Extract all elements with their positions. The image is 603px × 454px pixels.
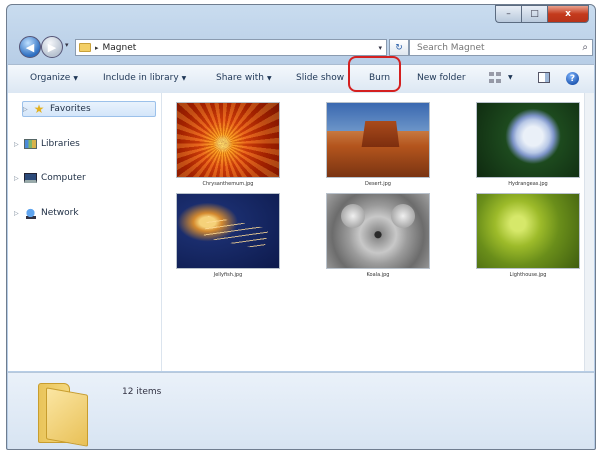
share-arrow-icon: ▼: [266, 75, 272, 82]
slide-show-button[interactable]: Slide show: [296, 73, 344, 83]
expand-icon[interactable]: ▷: [23, 106, 32, 113]
minimize-button[interactable]: –: [495, 5, 521, 23]
folder-icon: [79, 43, 91, 52]
thumbnail-desert[interactable]: [326, 102, 430, 178]
organize-arrow-icon: ▼: [73, 75, 78, 82]
libraries-icon: [23, 138, 37, 150]
file-name[interactable]: Jellyfish.jpg: [176, 272, 280, 278]
nav-label-favorites: Favorites: [50, 104, 91, 114]
organize-button[interactable]: Organize ▼: [30, 73, 78, 83]
details-pane: 12 items: [8, 372, 594, 449]
nav-item-network[interactable]: ▷ Network: [14, 205, 79, 221]
address-dropdown-icon[interactable]: ▾: [378, 44, 382, 52]
search-input[interactable]: [415, 41, 569, 54]
include-in-library-label: Include in library: [103, 73, 179, 83]
file-name[interactable]: Koala.jpg: [326, 272, 430, 278]
thumbnail-hydrangeas[interactable]: [476, 102, 580, 178]
nav-item-favorites[interactable]: ▷ ★ Favorites: [22, 101, 156, 117]
close-button[interactable]: x: [547, 5, 589, 23]
file-list: Chrysanthemum.jpg Desert.jpg Hydrangeas.…: [162, 93, 585, 371]
breadcrumb-magnet[interactable]: Magnet: [103, 43, 137, 53]
caption-buttons: – □ x: [495, 5, 589, 23]
file-name[interactable]: Desert.jpg: [326, 181, 430, 187]
nav-item-libraries[interactable]: ▷ Libraries: [14, 136, 80, 152]
nav-label-network: Network: [41, 208, 79, 218]
thumbnail-lighthouse[interactable]: [476, 193, 580, 269]
search-icon[interactable]: ⌕: [582, 42, 588, 53]
refresh-button[interactable]: ↻: [389, 39, 409, 56]
back-button[interactable]: ◀: [19, 36, 41, 58]
address-bar[interactable]: ▸ Magnet ▾: [75, 39, 387, 56]
new-folder-button[interactable]: New folder: [417, 73, 466, 83]
preview-pane-icon[interactable]: [538, 72, 550, 83]
network-icon: [23, 207, 37, 219]
explorer-window: – □ x ◀ ▶ ▾ ▸ Magnet ▾ ↻ ⌕ Organize▼ Inc…: [6, 4, 596, 450]
include-arrow-icon: ▼: [181, 75, 187, 82]
recent-pages-dropdown[interactable]: ▾: [65, 41, 69, 49]
thumbnail-koala[interactable]: [326, 193, 430, 269]
expand-icon[interactable]: ▷: [14, 175, 23, 182]
file-name[interactable]: Lighthouse.jpg: [476, 272, 580, 278]
navigation-pane: ▷ ★ Favorites ▷ Libraries ▷ Computer ▷ N…: [8, 93, 162, 371]
star-icon: ★: [33, 102, 45, 116]
thumbnail-jellyfish[interactable]: [176, 193, 280, 269]
share-with-label: Share with: [216, 73, 264, 83]
organize-label: Organize: [30, 73, 71, 83]
address-row: ◀ ▶ ▾ ▸ Magnet ▾ ↻ ⌕: [15, 33, 593, 63]
view-options-arrow-icon[interactable]: ▼: [508, 74, 513, 81]
nav-label-computer: Computer: [41, 173, 86, 183]
file-name[interactable]: Hydrangeas.jpg: [476, 181, 580, 187]
burn-highlight-ring: [348, 56, 401, 92]
nav-item-computer[interactable]: ▷ Computer: [14, 170, 86, 186]
change-view-icon[interactable]: [489, 72, 501, 83]
help-icon[interactable]: ?: [566, 72, 579, 85]
command-bar: Organize ▼ Include in library ▼ Share with…: [8, 64, 594, 94]
thumbnail-chrysanthemum[interactable]: [176, 102, 280, 178]
maximize-button[interactable]: □: [521, 5, 547, 23]
computer-icon: [23, 172, 37, 184]
expand-icon[interactable]: ▷: [14, 210, 23, 217]
breadcrumb-separator-icon[interactable]: ▸: [95, 44, 99, 52]
item-count: 12 items: [122, 387, 162, 397]
file-name[interactable]: Chrysanthemum.jpg: [176, 181, 280, 187]
nav-label-libraries: Libraries: [41, 139, 80, 149]
share-with-button[interactable]: Share with ▼: [216, 73, 272, 83]
folder-icon: [38, 379, 94, 447]
expand-icon[interactable]: ▷: [14, 141, 23, 148]
forward-button[interactable]: ▶: [41, 36, 63, 58]
vertical-scrollbar[interactable]: [584, 93, 594, 371]
search-box[interactable]: ⌕: [409, 39, 593, 56]
include-in-library-button[interactable]: Include in library ▼: [103, 73, 186, 83]
